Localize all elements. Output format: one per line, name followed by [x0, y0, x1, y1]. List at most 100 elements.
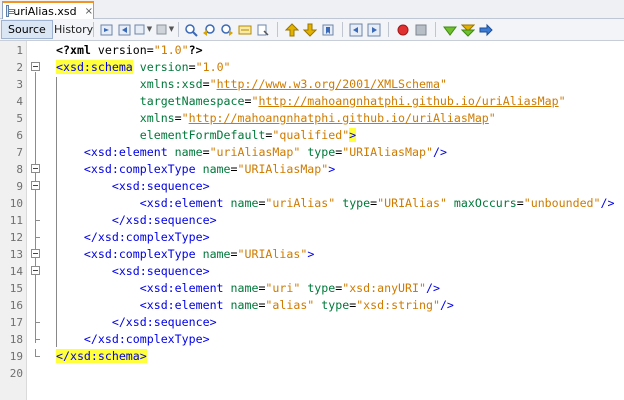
history-view-button[interactable]: History: [48, 20, 99, 39]
fold-toggle-sequence-alias[interactable]: [31, 266, 40, 275]
fold-toggle-sequence-map[interactable]: [31, 181, 40, 190]
code-token: </xsd:complexType>: [83, 230, 210, 244]
code-token: ": [439, 77, 447, 91]
code-line[interactable]: <xsd:complexType name="URIAlias">: [56, 246, 314, 263]
code-line[interactable]: </xsd:complexType>: [56, 229, 210, 246]
toolbar-separator: [388, 22, 389, 37]
find-selection-icon[interactable]: [237, 22, 252, 37]
code-line[interactable]: </xsd:schema>: [56, 348, 147, 365]
fold-toggle-complextype-alias[interactable]: [31, 249, 40, 258]
shift-left-icon[interactable]: [348, 22, 363, 37]
code-token: <?xml: [56, 43, 91, 57]
code-token: =: [174, 111, 182, 125]
line-number: 17: [9, 316, 23, 329]
code-token: ": [209, 77, 217, 91]
namespace-url: http://mahoangnhatphi.github.io/uriAlias…: [188, 111, 489, 125]
toolbar-separator: [277, 22, 278, 37]
code-token: version: [139, 60, 189, 74]
fold-toggle-schema[interactable]: [31, 62, 40, 71]
toolbar-separator: [93, 22, 94, 37]
check-xml-icon[interactable]: [442, 22, 457, 37]
code-token: <xsd:element: [139, 196, 224, 210]
line-number: 9: [16, 180, 23, 193]
line-number: 12: [9, 231, 23, 244]
code-token: "qualified": [272, 128, 350, 142]
code-token: </xsd:sequence>: [111, 315, 217, 329]
code-line[interactable]: <xsd:element name="uriAlias" type="URIAl…: [56, 195, 615, 212]
toggle-bookmark-icon[interactable]: [320, 22, 335, 37]
code-token: />: [425, 281, 440, 295]
code-line[interactable]: xmlns="http://mahoangnhatphi.github.io/u…: [56, 110, 496, 127]
toolbar-separator: [342, 22, 343, 37]
code-line[interactable]: </xsd:complexType>: [56, 331, 210, 348]
code-line[interactable]: <xsd:sequence>: [56, 263, 210, 280]
find-icon[interactable]: [183, 22, 198, 37]
line-number: 15: [9, 282, 23, 295]
code-token: <xsd:complexType: [83, 247, 196, 261]
source-view-button[interactable]: Source: [1, 20, 53, 39]
matched-tag-highlight: </xsd:schema>: [56, 349, 147, 363]
validate-xml-icon[interactable]: [460, 22, 475, 37]
code-line[interactable]: <?xml version="1.0"?>: [56, 42, 203, 59]
close-tab-icon[interactable]: ×: [85, 6, 93, 17]
fold-end-sequence: [35, 315, 40, 323]
code-token: maxOccurs: [453, 196, 517, 210]
find-previous-icon[interactable]: [201, 22, 216, 37]
back-icon[interactable]: [117, 22, 132, 37]
next-bookmark-icon[interactable]: [302, 22, 317, 37]
code-line[interactable]: <xsd:complexType name="URIAliasMap">: [56, 161, 335, 178]
code-line[interactable]: </xsd:sequence>: [56, 314, 217, 331]
code-line[interactable]: <xsd:schema version="1.0": [56, 59, 231, 76]
editor-toolbar: Source History ▼ ▼: [0, 19, 624, 41]
code-token: <xsd:complexType: [83, 162, 196, 176]
code-token: "URIAlias": [377, 196, 447, 210]
code-token: targetNamespace: [139, 94, 245, 108]
xsd-file-icon: [6, 5, 16, 17]
line-number: 10: [9, 197, 23, 210]
code-line[interactable]: <xsd:element name="alias" type="xsd:stri…: [56, 297, 454, 314]
code-line[interactable]: <xsd:element name="uriAliasMap" type="UR…: [56, 144, 447, 161]
code-token: </xsd:sequence>: [111, 213, 217, 227]
code-line[interactable]: <xsd:sequence>: [56, 178, 210, 195]
code-token: type: [307, 145, 336, 159]
start-macro-icon[interactable]: [395, 22, 410, 37]
forward-dropdown-icon[interactable]: ▼: [155, 22, 175, 37]
code-token: ": [181, 111, 189, 125]
code-line[interactable]: </xsd:sequence>: [56, 212, 217, 229]
line-number: 1: [16, 44, 23, 57]
code-token: <xsd:element: [139, 298, 224, 312]
code-token: version=: [90, 43, 154, 57]
code-line[interactable]: <xsd:element name="uri" type="xsd:anyURI…: [56, 280, 440, 297]
previous-bookmark-icon[interactable]: [284, 22, 299, 37]
tab-filename: uriAlias.xsd: [13, 4, 77, 18]
stop-macro-icon[interactable]: [413, 22, 428, 37]
code-token: "1.0": [195, 60, 231, 74]
back-dropdown-icon[interactable]: ▼: [133, 22, 153, 37]
code-token: xmlns:xsd: [139, 77, 203, 91]
code-token: elementFormDefault: [139, 128, 266, 142]
find-next-icon[interactable]: [219, 22, 234, 37]
xsl-transform-icon[interactable]: [478, 22, 493, 37]
code-line[interactable]: xmlns:xsd="http://www.w3.org/2001/XMLSch…: [56, 76, 447, 93]
code-line[interactable]: elementFormDefault="qualified">: [56, 127, 357, 144]
code-line[interactable]: targetNamespace="http://mahoangnhatphi.g…: [56, 93, 566, 110]
shift-right-icon[interactable]: [366, 22, 381, 37]
code-token: <xsd:sequence>: [111, 179, 210, 193]
fold-toggle-complextype-map[interactable]: [31, 164, 40, 173]
last-edit-icon[interactable]: [99, 22, 114, 37]
toggle-highlight-icon[interactable]: [255, 22, 270, 37]
code-token: name: [202, 247, 231, 261]
code-editor[interactable]: 1 2 3 4 5 6 7 8 9 10 11 12 13 14 15 16 17 18 19 20 <?xml ve…: [0, 41, 624, 400]
editor-tab-strip: uriAlias.xsd ×: [0, 0, 624, 19]
editor-tab-urialias[interactable]: uriAlias.xsd ×: [2, 1, 94, 19]
